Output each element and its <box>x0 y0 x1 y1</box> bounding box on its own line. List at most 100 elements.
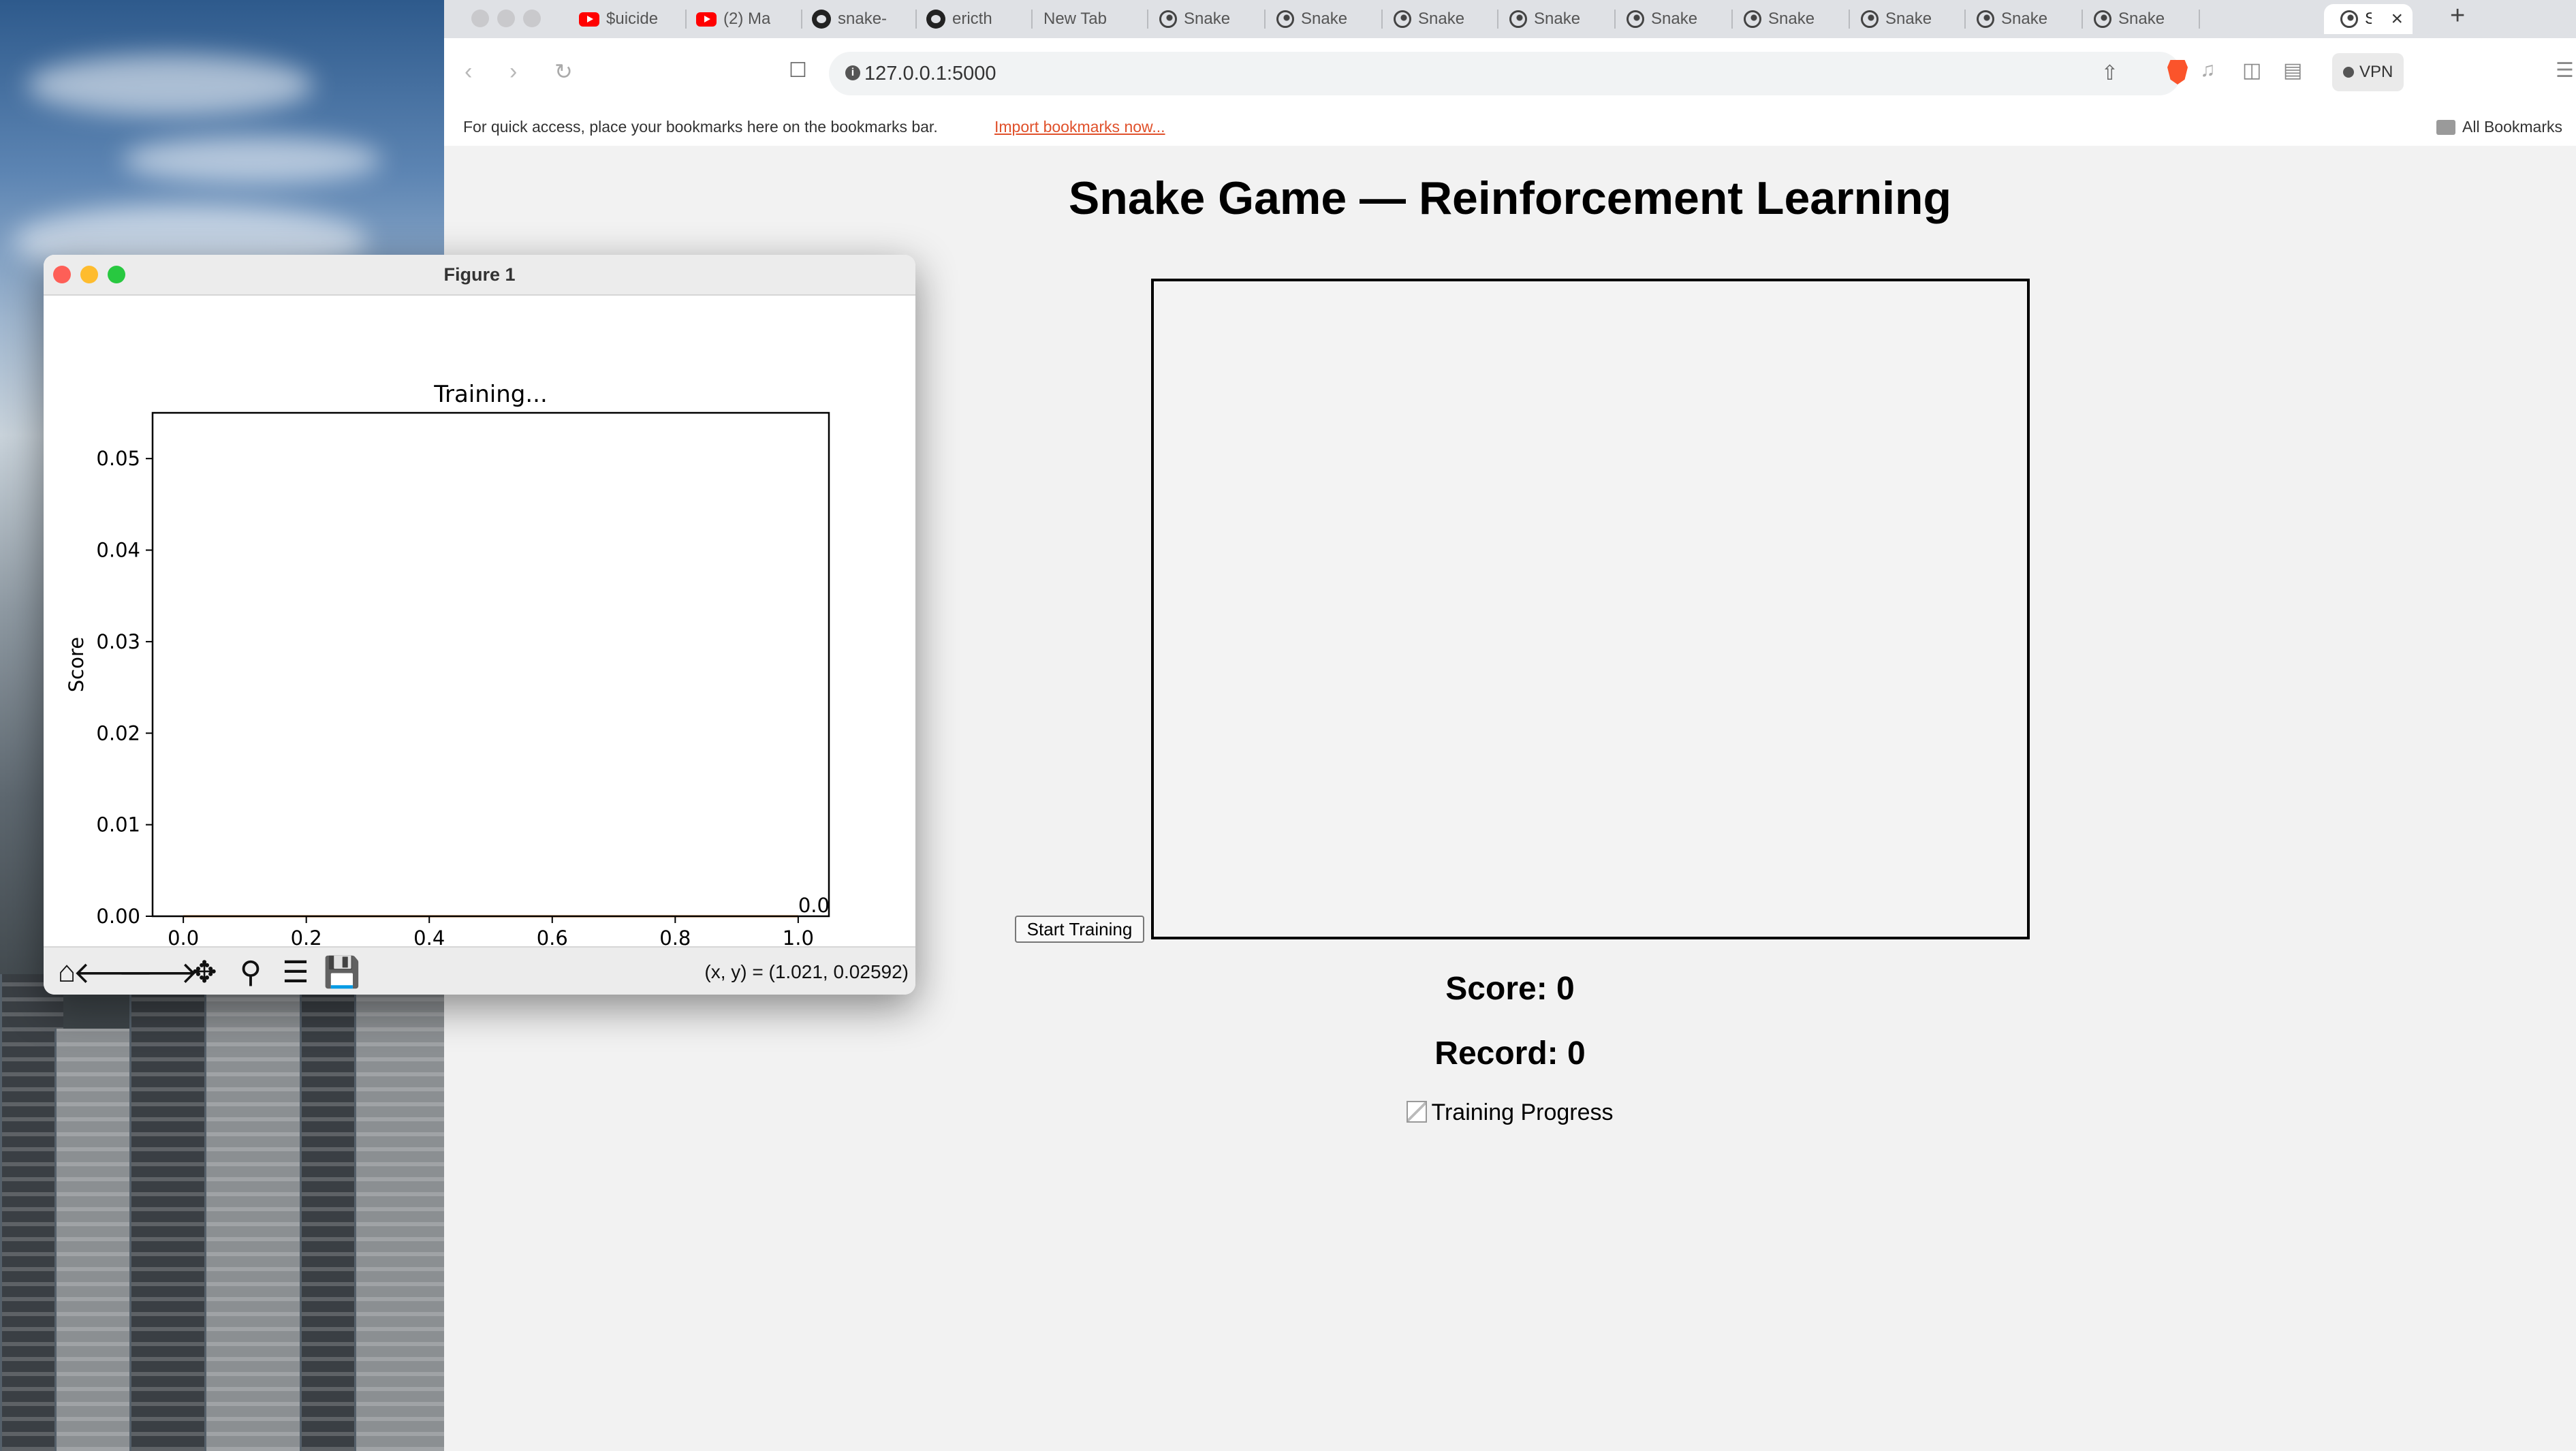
tab-3[interactable]: ericth <box>917 4 1030 34</box>
tab-strip: $uicide (2) Ma snake-ericth New Tab Snake Sna… <box>444 0 2576 38</box>
tab-2[interactable]: snake- <box>802 4 914 34</box>
tab-11[interactable]: Snake <box>1851 4 1963 34</box>
wallet-icon[interactable]: ▤ <box>2283 59 2302 82</box>
tab-separator <box>2082 10 2083 29</box>
vpn-status-icon <box>2343 67 2354 78</box>
menu-icon[interactable]: ☰ <box>2556 59 2574 82</box>
browser-toolbar: ‹ › ↻ ☐ i 127.0.0.1:5000 ⇧ ▤ ◫ ♫ VPN ☰ <box>444 38 2576 109</box>
y-tick-label: 0.04 <box>96 539 140 562</box>
tab-4[interactable]: New Tab <box>1034 4 1146 34</box>
tab-label: Snake <box>2118 10 2165 28</box>
x-tick-label: 0.0 <box>168 926 199 946</box>
reload-icon[interactable]: ↻ <box>554 59 573 84</box>
tab-label: Snake <box>1534 10 1581 28</box>
tab-label: snake- <box>838 10 888 28</box>
zoom-icon[interactable]: ⚲ <box>232 953 270 991</box>
figure-titlebar[interactable]: Figure 1 <box>44 255 915 296</box>
page-title: Snake Game — Reinforcement Learning <box>1068 172 1952 224</box>
vpn-label: VPN <box>2359 63 2393 81</box>
tab-separator <box>1147 10 1148 29</box>
tab-15[interactable]: Sn × <box>2324 4 2413 34</box>
tab-9[interactable]: Snake <box>1617 4 1730 34</box>
import-bookmarks-link[interactable]: Import bookmarks now... <box>994 118 1165 136</box>
all-bookmarks-button[interactable]: All Bookmarks <box>2436 118 2562 136</box>
tab-separator <box>1964 10 1966 29</box>
folder-icon <box>2436 119 2455 135</box>
globe-icon <box>2094 10 2111 28</box>
tab-label: Snake <box>1885 10 1932 28</box>
tab-label: New Tab <box>1043 10 1107 28</box>
share-icon[interactable]: ⇧ <box>2101 61 2118 85</box>
figure-title: Figure 1 <box>443 264 516 285</box>
tab-12[interactable]: Snake <box>1967 4 2080 34</box>
figure-window: Figure 1 0.0 0.2 0.4 0.6 0.8 1.0 0.00 0.01 0.02 0… <box>44 255 915 995</box>
y-axis-label: Score <box>65 637 88 692</box>
globe-icon <box>1744 10 1761 28</box>
training-progress-image: Training Progress <box>444 1099 2576 1126</box>
data-annotation: 0.0 <box>798 894 830 917</box>
x-tick-label: 0.6 <box>537 926 568 946</box>
globe-icon <box>1627 10 1644 28</box>
close-window-button[interactable] <box>471 10 489 27</box>
tab-label: Snake <box>1301 10 1348 28</box>
cursor-coordinates: (x, y) = (1.021, 0.02592) <box>704 961 909 982</box>
bookmark-icon[interactable]: ☐ <box>789 59 807 82</box>
tab-label: Snake <box>1768 10 1815 28</box>
tab-label: Sn <box>2365 10 2372 28</box>
tab-separator <box>1497 10 1498 29</box>
tab-10[interactable]: Snake <box>1734 4 1847 34</box>
tab-1[interactable]: (2) Ma <box>687 4 800 34</box>
tab-separator <box>1731 10 1733 29</box>
game-canvas <box>1151 279 2030 939</box>
bookmarks-bar: For quick access, place your bookmarks h… <box>444 109 2576 147</box>
tab-label: Snake <box>1418 10 1465 28</box>
tab-label: (2) Ma <box>723 10 771 28</box>
save-icon[interactable]: 💾 <box>323 953 361 991</box>
back-icon[interactable]: ‹ <box>465 59 472 85</box>
github-icon <box>926 10 945 29</box>
globe-icon <box>1977 10 1994 28</box>
y-tick-label: 0.02 <box>96 721 140 745</box>
x-tick-label: 0.2 <box>291 926 322 946</box>
forward-icon[interactable]: › <box>509 59 517 85</box>
all-bookmarks-label: All Bookmarks <box>2462 118 2562 136</box>
forward-arrow-icon[interactable]: 🡒 <box>118 953 198 991</box>
tab-6[interactable]: Snake <box>1267 4 1380 34</box>
tab-label: Snake <box>2001 10 2048 28</box>
tab-close-icon[interactable]: × <box>2391 7 2403 31</box>
tab-separator <box>1264 10 1266 29</box>
site-info-icon[interactable]: i <box>845 65 860 80</box>
tab-5[interactable]: Snake <box>1150 4 1263 34</box>
y-tick-label: 0.05 <box>96 447 140 470</box>
youtube-icon <box>579 12 599 27</box>
tab-separator <box>1614 10 1616 29</box>
record-label: Record: 0 <box>1434 1035 1586 1072</box>
x-tick-label: 0.8 <box>659 926 691 946</box>
training-progress-alt: Training Progress <box>1431 1099 1614 1125</box>
music-icon[interactable]: ♫ <box>2200 59 2216 82</box>
chart-title: Training... <box>433 381 548 408</box>
globe-icon <box>1861 10 1879 28</box>
tab-separator <box>2199 10 2200 29</box>
subplots-config-icon[interactable]: ☰ <box>277 953 315 991</box>
y-tick-label: 0.01 <box>96 813 140 837</box>
zoom-window-button[interactable] <box>523 10 541 27</box>
vpn-button[interactable]: VPN <box>2332 53 2404 91</box>
tab-7[interactable]: Snake <box>1384 4 1496 34</box>
globe-icon <box>2340 10 2358 28</box>
tab-8[interactable]: Snake <box>1500 4 1613 34</box>
new-tab-button[interactable]: + <box>2450 1 2465 31</box>
address-bar[interactable]: i 127.0.0.1:5000 ⇧ <box>829 52 2181 95</box>
globe-icon <box>1276 10 1294 28</box>
pan-icon[interactable]: ✥ <box>185 953 223 991</box>
x-tick-label: 0.4 <box>413 926 445 946</box>
sidebar-icon[interactable]: ◫ <box>2242 59 2261 82</box>
broken-image-icon <box>1407 1101 1428 1123</box>
tab-13[interactable]: Snake <box>2084 4 2197 34</box>
training-plot[interactable]: 0.0 0.2 0.4 0.6 0.8 1.0 0.00 0.01 0.02 0.03 0.04 0.… <box>44 294 915 946</box>
tab-0[interactable]: $uicide <box>569 4 684 34</box>
youtube-icon <box>696 12 717 27</box>
minimize-window-button[interactable] <box>497 10 515 27</box>
start-training-button[interactable]: Start Training <box>1015 916 1144 943</box>
tab-separator <box>1381 10 1383 29</box>
